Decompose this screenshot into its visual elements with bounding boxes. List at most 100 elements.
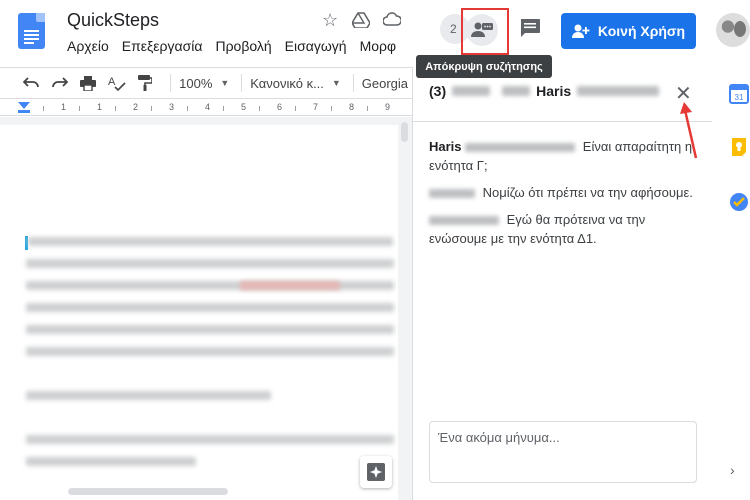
ruler-tick (79, 106, 80, 111)
svg-text:A: A (108, 76, 116, 88)
ruler-number: 1 (97, 102, 103, 112)
redacted-text (26, 303, 394, 312)
redacted-name (465, 143, 576, 153)
redacted-heading (26, 391, 271, 400)
share-button[interactable]: Κοινή Χρήση (561, 13, 696, 49)
move-to-drive-icon[interactable] (351, 12, 371, 33)
redacted-name (577, 86, 660, 96)
font-select[interactable]: Georgia (362, 76, 408, 91)
ruler-tick (187, 106, 188, 111)
redacted-text (26, 457, 196, 466)
chevron-down-icon: ▼ (331, 78, 341, 88)
message-text: Νομίζω ότι πρέπει να την αφήσουμε. (482, 185, 693, 200)
redacted-name (452, 86, 491, 96)
menu-view[interactable]: Προβολή (215, 38, 271, 54)
app-window: QuickSteps ☆ Αρχείο Επεξεργασία Προβολή … (0, 0, 750, 500)
tooltip: Απόκρυψη συζήτησης (416, 55, 552, 78)
indent-marker[interactable] (18, 102, 30, 109)
message-input-placeholder: Ένα ακόμα μήνυμα... (438, 430, 560, 445)
toolbar-divider (241, 74, 243, 92)
style-value: Κανονικό κ... (250, 75, 324, 91)
document-page[interactable] (0, 125, 398, 500)
pointer-arrow-icon (680, 102, 698, 159)
highlight-box (461, 8, 509, 55)
ruler[interactable]: 1 1 2 3 4 5 6 7 8 9 (0, 100, 412, 116)
keep-icon[interactable] (729, 137, 749, 157)
ruler-tick (151, 106, 152, 111)
redo-icon[interactable] (48, 73, 70, 93)
side-panel-rail: 31 (712, 67, 750, 500)
redacted-text (26, 325, 394, 334)
docs-logo-icon[interactable] (18, 13, 45, 49)
chat-count: (3) (429, 83, 447, 99)
document-canvas[interactable] (0, 117, 412, 500)
explore-icon (367, 463, 385, 481)
ruler-tick (331, 106, 332, 111)
message-author: Haris (429, 139, 462, 154)
comment-history-icon[interactable] (519, 18, 541, 43)
first-line-indent-marker[interactable] (18, 110, 30, 113)
svg-text:31: 31 (735, 93, 744, 102)
ruler-number: 7 (313, 102, 319, 112)
undo-icon[interactable] (20, 73, 42, 93)
redacted-name (502, 86, 531, 96)
document-title[interactable]: QuickSteps (67, 10, 159, 31)
toolbar: A 100% ▼ Κανονικό κ... ▼ Georgia (0, 67, 412, 99)
ruler-tick (259, 106, 260, 111)
menu-format[interactable]: Μορφ (360, 38, 397, 54)
toolbar-divider (352, 74, 354, 92)
viewer-count-label: 2 (450, 22, 457, 36)
tasks-icon[interactable] (729, 192, 749, 212)
tooltip-text: Απόκρυψη συζήτησης (425, 60, 543, 73)
toolbar-divider (170, 74, 172, 92)
chat-panel: (3) Haris ✕ Haris Είναι απαραίτητη η ενό… (412, 67, 713, 500)
explore-button[interactable] (360, 456, 392, 488)
zoom-value: 100% (179, 75, 213, 91)
chat-message: Haris Είναι απαραίτητη η ενότητα Γ; (429, 137, 699, 175)
ruler-tick (43, 106, 44, 111)
message-input[interactable]: Ένα ακόμα μήνυμα... (429, 421, 697, 483)
style-select[interactable]: Κανονικό κ... ▼ (250, 76, 341, 91)
redacted-text (26, 259, 394, 268)
ruler-tick (223, 106, 224, 111)
chevron-right-icon[interactable]: › (730, 462, 735, 478)
ruler-tick (367, 106, 368, 111)
paint-format-icon[interactable] (134, 73, 156, 93)
ruler-number: 5 (241, 102, 247, 112)
menu-edit[interactable]: Επεξεργασία (122, 38, 203, 54)
avatar[interactable] (716, 13, 750, 47)
redacted-name (429, 216, 499, 226)
print-icon[interactable] (77, 73, 99, 93)
chat-message: Νομίζω ότι πρέπει να την αφήσουμε. (429, 183, 699, 202)
redacted-text (28, 237, 393, 246)
ruler-number: 1 (61, 102, 67, 112)
star-icon[interactable]: ☆ (322, 10, 338, 31)
chat-title-name: Haris (536, 83, 572, 99)
ruler-number: 2 (133, 102, 139, 112)
spellcheck-icon[interactable]: A (105, 73, 127, 93)
vertical-scrollbar[interactable] (400, 117, 410, 500)
ruler-tick (295, 106, 296, 111)
redacted-text (26, 435, 394, 444)
ruler-number: 8 (349, 102, 355, 112)
horizontal-scroll-thumb[interactable] (68, 488, 228, 495)
menu-file[interactable]: Αρχείο (67, 38, 109, 54)
message-list: Haris Είναι απαραίτητη η ενότητα Γ; Νομί… (429, 137, 699, 256)
chat-title: (3) Haris (429, 83, 665, 99)
ruler-number: 3 (169, 102, 175, 112)
menu-insert[interactable]: Εισαγωγή (285, 38, 347, 54)
ruler-number: 9 (385, 102, 391, 112)
redacted-name (429, 189, 475, 199)
redacted-text (26, 347, 394, 356)
ruler-tick (115, 106, 116, 111)
zoom-select[interactable]: 100% ▼ (179, 76, 229, 91)
menu-bar: Αρχείο Επεξεργασία Προβολή Εισαγωγή Μορφ (67, 38, 412, 54)
share-button-label: Κοινή Χρήση (597, 23, 686, 39)
cloud-saved-icon[interactable] (382, 12, 403, 31)
ruler-number: 6 (277, 102, 283, 112)
chevron-down-icon: ▼ (220, 78, 230, 88)
calendar-icon[interactable]: 31 (729, 84, 749, 104)
font-value: Georgia (361, 75, 409, 91)
scroll-thumb[interactable] (401, 122, 408, 142)
redacted-text-highlight (240, 281, 340, 290)
